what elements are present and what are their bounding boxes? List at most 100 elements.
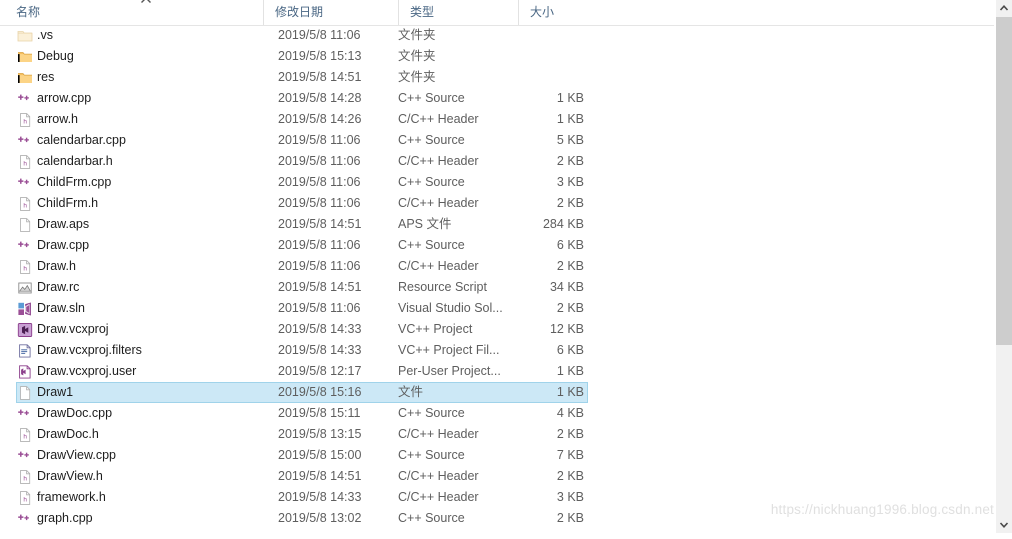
file-size-cell: 4 KB — [556, 406, 584, 420]
file-size-cell: 3 KB — [556, 175, 584, 189]
svg-text:h: h — [23, 161, 27, 168]
file-row[interactable]: h ChildFrm.h 2019/5/8 11:06 C/C++ Header 2 K… — [0, 193, 994, 214]
svg-text:h: h — [23, 476, 27, 483]
cpp-source-icon — [17, 406, 33, 422]
file-row[interactable]: Draw.cpp 2019/5/8 11:06 C++ Source 6 KB — [0, 235, 994, 256]
file-type-cell: APS 文件 — [398, 217, 452, 231]
svg-text:h: h — [23, 203, 27, 210]
file-size-cell: 2 KB — [556, 301, 584, 315]
file-date-cell: 2019/5/8 14:26 — [278, 112, 362, 126]
file-type-cell: C/C++ Header — [398, 427, 479, 441]
file-type-cell: VC++ Project Fil... — [398, 343, 500, 357]
file-date-cell: 2019/5/8 15:00 — [278, 448, 362, 462]
file-size-cell: 2 KB — [556, 154, 584, 168]
file-size-cell: 5 KB — [556, 133, 584, 147]
file-row[interactable]: h arrow.h 2019/5/8 14:26 C/C++ Header 1 KB — [0, 109, 994, 130]
scrollbar-thumb[interactable] — [996, 17, 1012, 345]
file-name-cell: .vs — [37, 28, 53, 42]
file-size-cell: 12 KB — [549, 322, 584, 336]
column-header-date-label: 修改日期 — [275, 5, 324, 19]
file-type-cell: C/C++ Header — [398, 469, 479, 483]
file-row[interactable]: Debug 2019/5/8 15:13 文件夹 — [0, 46, 994, 67]
file-row[interactable]: graph.cpp 2019/5/8 13:02 C++ Source 2 KB — [0, 508, 994, 529]
column-header-size[interactable]: 大小 — [518, 0, 592, 25]
file-name-cell: calendarbar.cpp — [37, 133, 126, 147]
file-date-cell: 2019/5/8 14:51 — [278, 280, 362, 294]
scroll-up-button[interactable] — [996, 0, 1012, 17]
chevron-up-icon — [140, 0, 152, 8]
vertical-scrollbar[interactable] — [995, 0, 1012, 533]
file-type-cell: C++ Source — [398, 511, 465, 525]
file-row[interactable]: Draw.vcxproj 2019/5/8 14:33 VC++ Project 12… — [0, 319, 994, 340]
file-size-cell: 34 KB — [549, 280, 584, 294]
file-row[interactable]: DrawView.cpp 2019/5/8 15:00 C++ Source 7 KB — [0, 445, 994, 466]
file-size-cell: 1 KB — [556, 364, 584, 378]
file-size-cell: 2 KB — [556, 469, 584, 483]
svg-text:h: h — [23, 266, 27, 273]
file-date-cell: 2019/5/8 14:33 — [278, 343, 362, 357]
file-row[interactable]: DrawDoc.cpp 2019/5/8 15:11 C++ Source 4 KB — [0, 403, 994, 424]
file-row[interactable]: Draw.aps 2019/5/8 14:51 APS 文件 284 KB — [0, 214, 994, 235]
column-header-row: 名称 修改日期 类型 大小 — [0, 0, 994, 26]
file-row[interactable]: Draw1 2019/5/8 15:16 文件 1 KB — [0, 382, 994, 403]
file-row[interactable]: ChildFrm.cpp 2019/5/8 11:06 C++ Source 3 KB — [0, 172, 994, 193]
file-date-cell: 2019/5/8 14:51 — [278, 469, 362, 483]
generic-file-icon — [17, 385, 33, 401]
file-name-cell: arrow.cpp — [37, 91, 92, 105]
file-row[interactable]: h calendarbar.h 2019/5/8 11:06 C/C++ Header… — [0, 151, 994, 172]
column-header-type[interactable]: 类型 — [398, 0, 518, 25]
file-type-cell: C/C++ Header — [398, 196, 479, 210]
file-date-cell: 2019/5/8 14:33 — [278, 322, 362, 336]
file-name-cell: Draw.rc — [37, 280, 80, 294]
file-size-cell — [500, 25, 584, 46]
file-row[interactable]: .vs 2019/5/8 11:06 文件夹 — [0, 25, 994, 46]
file-name-cell: DrawView.cpp — [37, 448, 116, 462]
file-size-cell: 284 KB — [542, 217, 584, 231]
file-type-cell: C++ Source — [398, 406, 465, 420]
generic-file-icon — [17, 217, 33, 233]
file-date-cell: 2019/5/8 11:06 — [278, 133, 361, 147]
file-list[interactable]: .vs 2019/5/8 11:06 文件夹 Debug 2019/5/8 15:13 文… — [0, 25, 994, 533]
column-header-size-label: 大小 — [530, 5, 555, 19]
file-size-cell: 1 KB — [556, 91, 584, 105]
file-row[interactable]: h framework.h 2019/5/8 14:33 C/C++ Header 3 … — [0, 487, 994, 508]
file-name-cell: Debug — [37, 49, 74, 63]
file-size-cell: 2 KB — [556, 511, 584, 525]
folder-icon — [17, 49, 33, 65]
svg-text:h: h — [23, 119, 27, 126]
file-date-cell: 2019/5/8 14:28 — [278, 91, 362, 105]
file-name-cell: DrawDoc.h — [37, 427, 99, 441]
file-row[interactable]: arrow.cpp 2019/5/8 14:28 C++ Source 1 KB — [0, 88, 994, 109]
file-size-cell: 2 KB — [556, 259, 584, 273]
file-row[interactable]: h DrawView.h 2019/5/8 14:51 C/C++ Header 2 K… — [0, 466, 994, 487]
file-type-cell: VC++ Project — [398, 322, 473, 336]
file-row[interactable]: calendarbar.cpp 2019/5/8 11:06 C++ Source 5… — [0, 130, 994, 151]
file-row[interactable]: Draw.rc 2019/5/8 14:51 Resource Script 34 K… — [0, 277, 994, 298]
scroll-down-button[interactable] — [996, 516, 1012, 533]
file-name-cell: Draw1 — [37, 385, 74, 399]
cpp-source-icon — [17, 448, 33, 464]
file-row[interactable]: Draw.vcxproj.filters 2019/5/8 14:33 VC++ P… — [0, 340, 994, 361]
file-date-cell: 2019/5/8 14:51 — [278, 217, 362, 231]
file-name-cell: ChildFrm.h — [37, 196, 99, 210]
file-name-cell: DrawDoc.cpp — [37, 406, 113, 420]
file-row[interactable]: Draw.vcxproj.user 2019/5/8 12:17 Per-User … — [0, 361, 994, 382]
header-file-icon: h — [17, 427, 33, 443]
svg-text:h: h — [23, 434, 27, 441]
file-row[interactable]: Draw.sln 2019/5/8 11:06 Visual Studio Sol.… — [0, 298, 994, 319]
file-size-cell: 6 KB — [556, 238, 584, 252]
column-header-date[interactable]: 修改日期 — [263, 0, 398, 25]
file-size-cell: 2 KB — [556, 196, 584, 210]
file-date-cell: 2019/5/8 15:13 — [278, 49, 362, 63]
file-row[interactable]: res 2019/5/8 14:51 文件夹 — [0, 67, 994, 88]
file-date-cell: 2019/5/8 15:11 — [278, 406, 361, 420]
visual-studio-solution-icon — [17, 301, 33, 317]
cpp-source-icon — [17, 511, 33, 527]
file-row[interactable]: h Draw.h 2019/5/8 11:06 C/C++ Header 2 KB — [0, 256, 994, 277]
file-date-cell: 2019/5/8 11:06 — [278, 301, 361, 315]
file-name-cell: Draw.sln — [37, 301, 85, 315]
file-date-cell: 2019/5/8 11:06 — [278, 175, 361, 189]
cpp-source-icon — [17, 175, 33, 191]
vcxproj-filters-icon — [17, 343, 33, 359]
file-row[interactable]: h DrawDoc.h 2019/5/8 13:15 C/C++ Header 2 KB — [0, 424, 994, 445]
